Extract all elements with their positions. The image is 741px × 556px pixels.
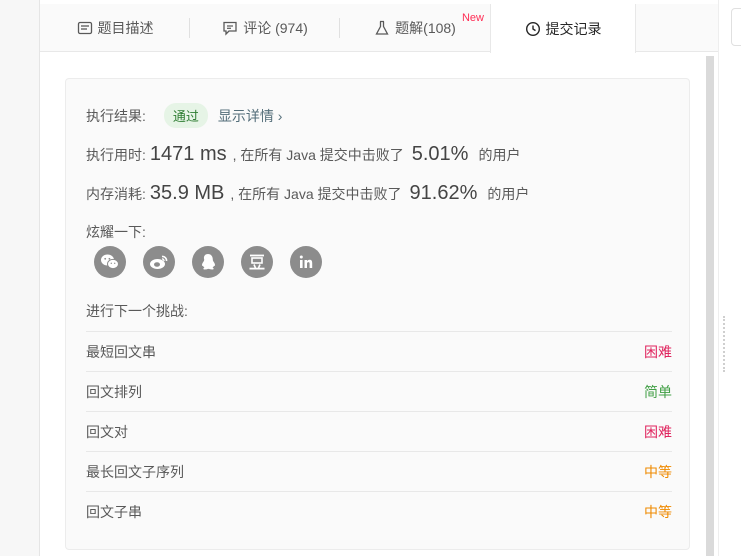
left-gutter bbox=[0, 0, 40, 556]
result-row: 执行结果: 通过 显示详情 › bbox=[86, 103, 282, 128]
tab-label: 评论 (974) bbox=[243, 20, 308, 36]
difficulty-label: 中等 bbox=[644, 503, 672, 520]
share-label-row: 炫耀一下: bbox=[86, 222, 146, 242]
description-icon bbox=[77, 21, 92, 35]
runtime-label: 执行用时: bbox=[86, 147, 146, 163]
problem-item[interactable]: 最短回文串 困难 bbox=[86, 331, 672, 371]
runtime-mid-text: , 在所有 Java 提交中击败了 bbox=[232, 147, 404, 163]
difficulty-label: 中等 bbox=[644, 463, 672, 480]
share-qq-button[interactable] bbox=[192, 246, 224, 278]
runtime-value: 1471 ms bbox=[149, 143, 227, 165]
right-pane-edge bbox=[718, 0, 741, 556]
problem-item[interactable]: 回文对 困难 bbox=[86, 411, 672, 451]
comment-icon bbox=[223, 21, 237, 36]
share-douban-button[interactable] bbox=[241, 246, 273, 278]
problem-item[interactable]: 回文排列 简单 bbox=[86, 371, 672, 411]
wechat-icon bbox=[101, 254, 119, 270]
share-buttons bbox=[94, 246, 322, 278]
tab-label: 题目描述 bbox=[97, 20, 154, 36]
submission-result-card: 执行结果: 通过 显示详情 › 执行用时: 1471 ms , 在所有 Java… bbox=[65, 78, 690, 550]
runtime-row: 执行用时: 1471 ms , 在所有 Java 提交中击败了 5.01% 的用… bbox=[86, 143, 520, 166]
tab-description[interactable]: 题目描述 bbox=[40, 4, 190, 52]
tab-submissions[interactable]: 提交记录 bbox=[490, 4, 636, 53]
resize-handle[interactable] bbox=[723, 316, 727, 372]
qq-icon bbox=[202, 254, 215, 270]
memory-label: 内存消耗: bbox=[86, 186, 146, 202]
pane-toggle-button[interactable] bbox=[731, 8, 741, 46]
status-badge: 通过 bbox=[163, 103, 208, 128]
difficulty-label: 困难 bbox=[644, 423, 672, 440]
next-challenge-label: 进行下一个挑战: bbox=[86, 303, 188, 319]
tab-label: 提交记录 bbox=[545, 20, 602, 37]
tab-solutions[interactable]: 题解(108) New bbox=[340, 4, 490, 52]
scrollbar-thumb[interactable] bbox=[706, 56, 714, 556]
difficulty-label: 简单 bbox=[644, 383, 672, 400]
problem-title[interactable]: 回文排列 bbox=[86, 382, 142, 402]
problem-item[interactable]: 最长回文子序列 中等 bbox=[86, 451, 672, 491]
memory-percent: 91.62% bbox=[409, 182, 478, 204]
problem-item[interactable]: 回文子串 中等 bbox=[86, 491, 672, 531]
difficulty-label: 困难 bbox=[644, 343, 672, 360]
share-wechat-button[interactable] bbox=[94, 246, 126, 278]
share-linkedin-button[interactable] bbox=[290, 246, 322, 278]
flask-icon bbox=[375, 20, 389, 35]
clock-icon bbox=[525, 21, 540, 36]
new-badge: New bbox=[461, 12, 484, 24]
problem-title[interactable]: 回文子串 bbox=[86, 502, 142, 522]
linkedin-icon bbox=[299, 255, 313, 268]
runtime-percent: 5.01% bbox=[411, 143, 469, 165]
problem-title[interactable]: 最长回文子序列 bbox=[86, 462, 184, 482]
tab-comments[interactable]: 评论 (974) bbox=[190, 4, 340, 52]
douban-icon bbox=[249, 254, 265, 270]
memory-suffix: 的用户 bbox=[487, 186, 530, 202]
submission-panel: 题目描述 评论 (974) 题解(108) New 提交记录 执行结果: 通过 … bbox=[40, 0, 718, 556]
memory-value: 35.9 MB bbox=[149, 182, 225, 204]
runtime-suffix: 的用户 bbox=[478, 147, 521, 163]
share-weibo-button[interactable] bbox=[143, 246, 175, 278]
next-problem-list: 最短回文串 困难 回文排列 简单 回文对 困难 最长回文子序列 中等 回文子串 … bbox=[86, 331, 672, 531]
show-details-link[interactable]: 显示详情 › bbox=[218, 106, 283, 126]
memory-row: 内存消耗: 35.9 MB , 在所有 Java 提交中击败了 91.62% 的… bbox=[86, 182, 529, 205]
vertical-scrollbar[interactable] bbox=[706, 56, 714, 556]
tab-label: 题解(108) bbox=[395, 20, 456, 36]
weibo-icon bbox=[150, 255, 168, 269]
problem-title[interactable]: 回文对 bbox=[86, 422, 128, 442]
tab-bar: 题目描述 评论 (974) 题解(108) New 提交记录 bbox=[40, 4, 718, 53]
result-label: 执行结果: bbox=[86, 108, 146, 124]
memory-mid-text: , 在所有 Java 提交中击败了 bbox=[230, 186, 402, 202]
problem-title[interactable]: 最短回文串 bbox=[86, 342, 156, 362]
share-label: 炫耀一下: bbox=[86, 224, 146, 240]
next-challenge-label-row: 进行下一个挑战: bbox=[86, 301, 188, 321]
